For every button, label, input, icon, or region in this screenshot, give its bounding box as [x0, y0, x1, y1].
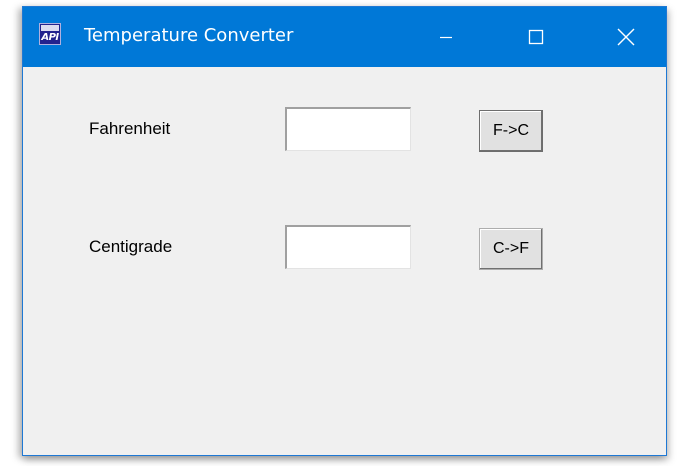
app-icon[interactable]: API [39, 23, 61, 45]
maximize-icon [528, 29, 544, 45]
minimize-icon [440, 36, 452, 39]
close-icon [617, 28, 635, 46]
fahrenheit-input[interactable] [285, 107, 411, 151]
maximize-button[interactable] [491, 7, 581, 67]
desktop: API Temperature Converter Fahrenheit F->… [0, 0, 679, 466]
window-title: Temperature Converter [84, 25, 294, 46]
fahrenheit-label: Fahrenheit [89, 119, 171, 138]
minimize-button[interactable] [401, 7, 491, 67]
close-button[interactable] [581, 7, 671, 67]
convert-f-to-c-button[interactable]: F->C [479, 110, 543, 152]
title-bar[interactable]: API Temperature Converter [23, 7, 666, 67]
app-icon-glyph: API [41, 32, 59, 43]
centigrade-label: Centigrade [89, 237, 173, 256]
convert-c-to-f-button[interactable]: C->F [479, 228, 543, 270]
temperature-converter-window: API Temperature Converter Fahrenheit F->… [22, 6, 667, 456]
centigrade-input[interactable] [285, 225, 411, 269]
